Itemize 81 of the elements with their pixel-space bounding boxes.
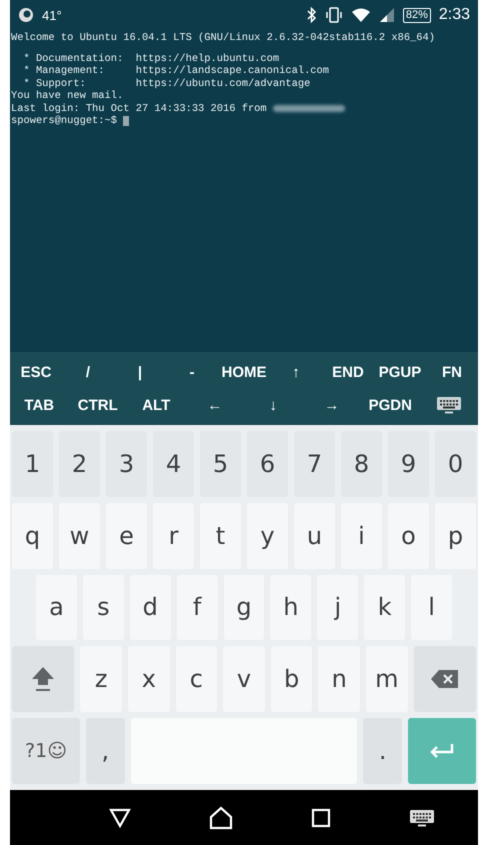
terminal-line: * Management: https://landscape.canonical.com bbox=[22, 65, 330, 78]
keyboard-key[interactable]: h bbox=[270, 574, 312, 640]
keyboard-key[interactable]: b bbox=[270, 646, 312, 712]
terminal-cursor bbox=[123, 116, 130, 126]
vibrate-icon bbox=[324, 7, 343, 23]
keyboard-key[interactable]: a bbox=[36, 574, 77, 640]
keyboard-key[interactable]: o bbox=[388, 502, 429, 569]
terminal-line: * Documentation: https://help.ubuntu.com bbox=[22, 52, 280, 65]
keyboard-key[interactable]: 0 bbox=[435, 431, 476, 497]
keyboard-key[interactable]: z bbox=[80, 646, 122, 712]
terminal-prompt: spowers@nugget:~$ bbox=[11, 115, 118, 128]
backspace-key[interactable] bbox=[414, 646, 476, 712]
keyboard-key[interactable]: x bbox=[128, 646, 170, 712]
keyboard-key[interactable]: d bbox=[130, 574, 171, 640]
recents-icon[interactable] bbox=[311, 808, 331, 828]
extra-key[interactable]: ESC bbox=[10, 360, 62, 384]
shift-key[interactable] bbox=[12, 646, 74, 712]
extra-key[interactable]: FN bbox=[426, 360, 478, 384]
enter-arrow-icon bbox=[428, 743, 455, 760]
keyboard-key[interactable]: v bbox=[223, 646, 265, 712]
keyboard-key[interactable]: c bbox=[176, 646, 218, 712]
keyboard-key[interactable]: j bbox=[317, 574, 358, 640]
weather-icon bbox=[18, 7, 34, 23]
keyboard-key[interactable]: n bbox=[318, 646, 360, 712]
keyboard-key[interactable]: p bbox=[435, 502, 476, 569]
signal-icon bbox=[378, 7, 395, 23]
keyboard-key[interactable]: t bbox=[200, 502, 241, 569]
temperature-text: 41° bbox=[42, 8, 62, 22]
keyboard-key[interactable]: w bbox=[59, 502, 100, 569]
back-icon[interactable] bbox=[109, 808, 131, 828]
keyboard-key[interactable]: . bbox=[363, 718, 402, 784]
keyboard-key[interactable]: s bbox=[82, 574, 124, 640]
wifi-icon bbox=[350, 7, 371, 23]
extra-key[interactable]: PGDN bbox=[361, 392, 420, 418]
keyboard-key[interactable]: k bbox=[364, 574, 406, 640]
extra-key[interactable]: → bbox=[302, 392, 361, 418]
keyboard-key[interactable]: m bbox=[366, 646, 408, 712]
terminal-line: You have new mail. bbox=[11, 90, 124, 102]
extra-key[interactable]: - bbox=[166, 360, 218, 384]
extra-key[interactable]: ALT bbox=[127, 392, 186, 418]
extra-key[interactable]: PGUP bbox=[374, 360, 426, 384]
bluetooth-icon bbox=[306, 7, 317, 23]
battery-indicator: 82% bbox=[402, 8, 431, 22]
keyboard-key[interactable]: 8 bbox=[341, 431, 382, 497]
backspace-icon bbox=[430, 669, 460, 690]
extra-key[interactable]: | bbox=[114, 360, 166, 384]
extra-key[interactable]: HOME bbox=[218, 360, 270, 384]
terminal-line: Last login: Thu Oct 27 14:33:33 2016 from bbox=[11, 102, 267, 115]
keyboard-key[interactable]: 6 bbox=[247, 431, 288, 497]
clock-text: 2:33 bbox=[438, 6, 470, 24]
keyboard-key[interactable]: e bbox=[106, 502, 147, 569]
keyboard-key[interactable]: , bbox=[86, 718, 125, 784]
terminal-line: * Support: https://ubuntu.com/advantage bbox=[22, 78, 310, 90]
extra-key[interactable]: / bbox=[62, 360, 114, 384]
keyboard-key[interactable]: 4 bbox=[153, 431, 194, 497]
keyboard-key[interactable]: g bbox=[224, 574, 264, 640]
keyboard-toggle-icon[interactable] bbox=[436, 396, 462, 414]
extra-key[interactable]: TAB bbox=[10, 392, 68, 418]
keyboard-key[interactable]: 2 bbox=[59, 431, 100, 497]
keyboard-key[interactable]: y bbox=[247, 502, 288, 569]
shift-arrow-icon bbox=[30, 665, 56, 694]
keyboard-key[interactable]: 1 bbox=[12, 431, 53, 497]
keyboard-key[interactable]: i bbox=[341, 502, 382, 569]
keyboard-key[interactable]: r bbox=[153, 502, 194, 569]
keyboard-key[interactable]: 9 bbox=[388, 431, 429, 497]
keyboard-key[interactable]: 7 bbox=[294, 431, 335, 497]
symbols-key[interactable]: ?1☺ bbox=[12, 718, 80, 784]
extra-key[interactable]: ↑ bbox=[270, 360, 322, 384]
keyboard-key[interactable]: f bbox=[176, 574, 218, 640]
keyboard-key[interactable]: 5 bbox=[200, 431, 241, 497]
keyboard-key[interactable]: l bbox=[411, 574, 452, 640]
extra-key[interactable]: ↓ bbox=[244, 392, 302, 418]
home-icon[interactable] bbox=[209, 806, 233, 830]
keyboard-key[interactable]: q bbox=[12, 502, 53, 569]
terminal-line: Welcome to Ubuntu 16.04.1 LTS (GNU/Linux 2.6.32-042stab116.2 x86_64) bbox=[11, 32, 436, 44]
extra-key[interactable]: ← bbox=[186, 392, 244, 418]
keyboard-key[interactable]: u bbox=[294, 502, 335, 569]
extra-key[interactable]: CTRL bbox=[68, 392, 127, 418]
keyboard-icon[interactable] bbox=[409, 808, 435, 826]
extra-key[interactable]: END bbox=[322, 360, 374, 384]
keyboard-key[interactable]: 3 bbox=[106, 431, 147, 497]
